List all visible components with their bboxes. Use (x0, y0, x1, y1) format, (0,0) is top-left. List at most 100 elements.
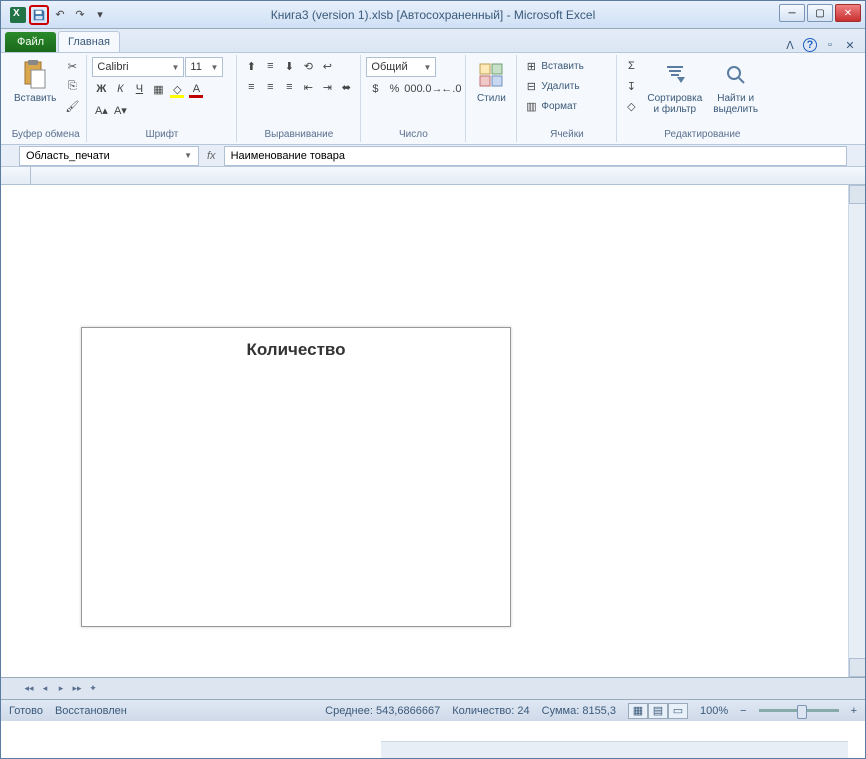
paste-button[interactable]: Вставить (10, 57, 60, 106)
insert-cells-label[interactable]: Вставить (541, 61, 583, 72)
align-top-icon[interactable]: ⬆ (242, 57, 260, 75)
tab-file[interactable]: Файл (5, 32, 56, 52)
underline-button[interactable]: Ч (130, 80, 148, 98)
embedded-chart[interactable]: Количество (81, 327, 511, 627)
comma-icon[interactable]: 000 (404, 80, 422, 98)
orientation-icon[interactable]: ⟲ (299, 57, 317, 75)
fill-icon[interactable]: ↧ (622, 77, 640, 95)
status-count: Количество: 24 (452, 705, 529, 717)
zoom-out-button[interactable]: − (740, 705, 746, 717)
dec-decimal-icon[interactable]: ←.0 (442, 80, 460, 98)
font-size-combo[interactable]: 11▼ (185, 57, 223, 77)
zoom-level[interactable]: 100% (700, 705, 728, 717)
bold-button[interactable]: Ж (92, 80, 110, 98)
maximize-button[interactable]: ▢ (807, 4, 833, 22)
sheet-tab-bar: ◂◂ ◂ ▸ ▸▸ ✦ (1, 677, 865, 699)
help-icon[interactable]: ? (803, 38, 817, 52)
border-button[interactable]: ▦ (149, 80, 167, 98)
view-pagebreak-icon[interactable]: ▭ (668, 703, 688, 719)
status-ready: Готово (9, 705, 43, 717)
select-all-corner[interactable] (1, 167, 31, 184)
format-cells-label[interactable]: Формат (541, 101, 577, 112)
status-average: Среднее: 543,6866667 (325, 705, 440, 717)
font-color-button[interactable]: A (187, 80, 205, 98)
close-button[interactable]: ✕ (835, 4, 861, 22)
formula-input[interactable]: Наименование товара (224, 146, 847, 166)
indent-inc-icon[interactable]: ⇥ (318, 78, 336, 96)
align-right-icon[interactable]: ≡ (280, 78, 298, 96)
window-restore-icon[interactable]: ▫ (823, 38, 837, 52)
delete-cells-icon[interactable]: ⊟ (522, 77, 540, 95)
currency-icon[interactable]: $ (366, 80, 384, 98)
align-left-icon[interactable]: ≡ (242, 78, 260, 96)
sort-filter-button[interactable]: Сортировка и фильтр (643, 57, 706, 117)
inc-decimal-icon[interactable]: .0→ (423, 80, 441, 98)
shrink-font-icon[interactable]: A▾ (111, 101, 129, 119)
window-controls: ─ ▢ ✕ (779, 4, 861, 22)
indent-dec-icon[interactable]: ⇤ (299, 78, 317, 96)
chart-legend (380, 366, 510, 606)
qat-customize[interactable]: ▾ (91, 6, 109, 24)
status-bar: Готово Восстановлен Среднее: 543,6866667… (1, 699, 865, 721)
autosum-icon[interactable]: Σ (622, 57, 640, 75)
merge-icon[interactable]: ⬌ (337, 78, 355, 96)
status-sum: Сумма: 8155,3 (542, 705, 616, 717)
minimize-button[interactable]: ─ (779, 4, 805, 22)
format-painter-icon[interactable]: 🖌 (63, 97, 81, 115)
title-bar: ↶ ↷ ▾ Книга3 (version 1).xlsb [Автосохра… (1, 1, 865, 29)
view-buttons: ▦ ▤ ▭ (628, 703, 688, 719)
redo-button[interactable]: ↷ (71, 6, 89, 24)
ribbon-tabs: Файл Главная ᐱ ? ▫ ✕ (1, 29, 865, 53)
group-alignment: ⬆ ≡ ⬇ ⟲ ↩ ≡ ≡ ≡ ⇤ ⇥ ⬌ Выравнивание (237, 55, 361, 142)
align-center-icon[interactable]: ≡ (261, 78, 279, 96)
group-number: Общий▼ $ % 000 .0→ ←.0 Число (361, 55, 466, 142)
undo-button[interactable]: ↶ (51, 6, 69, 24)
group-clipboard: Вставить ✂ ⎘ 🖌 Буфер обмена (5, 55, 87, 142)
zoom-in-button[interactable]: + (851, 705, 857, 717)
quick-access-toolbar: ↶ ↷ ▾ (1, 5, 109, 25)
vertical-scrollbar[interactable] (848, 185, 865, 677)
align-middle-icon[interactable]: ≡ (261, 57, 279, 75)
name-box[interactable]: Область_печати▼ (19, 146, 199, 166)
view-normal-icon[interactable]: ▦ (628, 703, 648, 719)
fx-icon[interactable]: fx (199, 150, 224, 162)
delete-cells-label[interactable]: Удалить (541, 81, 579, 92)
tab-nav-first[interactable]: ◂◂ (21, 681, 37, 697)
group-styles: Стили (466, 55, 517, 142)
group-editing: Σ ↧ ◇ Сортировка и фильтр Найти и выдели… (617, 55, 787, 142)
styles-button[interactable]: Стили (471, 57, 511, 106)
copy-icon[interactable]: ⎘ (63, 77, 81, 95)
worksheet[interactable]: Количество (1, 167, 865, 677)
cut-icon[interactable]: ✂ (63, 57, 81, 75)
find-select-button[interactable]: Найти и выделить (709, 57, 762, 117)
doc-close-icon[interactable]: ✕ (843, 38, 857, 52)
number-format-combo[interactable]: Общий▼ (366, 57, 436, 77)
save-button[interactable] (29, 5, 49, 25)
align-bottom-icon[interactable]: ⬇ (280, 57, 298, 75)
formula-bar: Область_печати▼ fx Наименование товара (1, 145, 865, 167)
group-font: Calibri▼ 11▼ Ж К Ч ▦ ◇ A A▴ A▾ Шрифт (87, 55, 237, 142)
grow-font-icon[interactable]: A▴ (92, 101, 110, 119)
ribbon: Вставить ✂ ⎘ 🖌 Буфер обмена Calibri▼ 11▼… (1, 53, 865, 145)
font-name-combo[interactable]: Calibri▼ (92, 57, 184, 77)
group-cells: ⊞Вставить ⊟Удалить ▥Формат Ячейки (517, 55, 617, 142)
window-title: Книга3 (version 1).xlsb [Автосохраненный… (271, 8, 596, 22)
fill-color-button[interactable]: ◇ (168, 80, 186, 98)
insert-cells-icon[interactable]: ⊞ (522, 57, 540, 75)
excel-icon[interactable] (9, 6, 27, 24)
wrap-text-icon[interactable]: ↩ (318, 57, 336, 75)
italic-button[interactable]: К (111, 80, 129, 98)
new-sheet-icon[interactable]: ✦ (85, 681, 101, 697)
tab-nav-next[interactable]: ▸ (53, 681, 69, 697)
ribbon-minimize-icon[interactable]: ᐱ (783, 38, 797, 52)
percent-icon[interactable]: % (385, 80, 403, 98)
tab-nav-prev[interactable]: ◂ (37, 681, 53, 697)
format-cells-icon[interactable]: ▥ (522, 97, 540, 115)
horizontal-scrollbar[interactable] (381, 741, 848, 758)
zoom-slider[interactable] (759, 709, 839, 712)
tab-nav-last[interactable]: ▸▸ (69, 681, 85, 697)
view-layout-icon[interactable]: ▤ (648, 703, 668, 719)
tab-Главная[interactable]: Главная (58, 31, 120, 52)
ribbon-help: ᐱ ? ▫ ✕ (783, 38, 857, 52)
clear-icon[interactable]: ◇ (622, 97, 640, 115)
